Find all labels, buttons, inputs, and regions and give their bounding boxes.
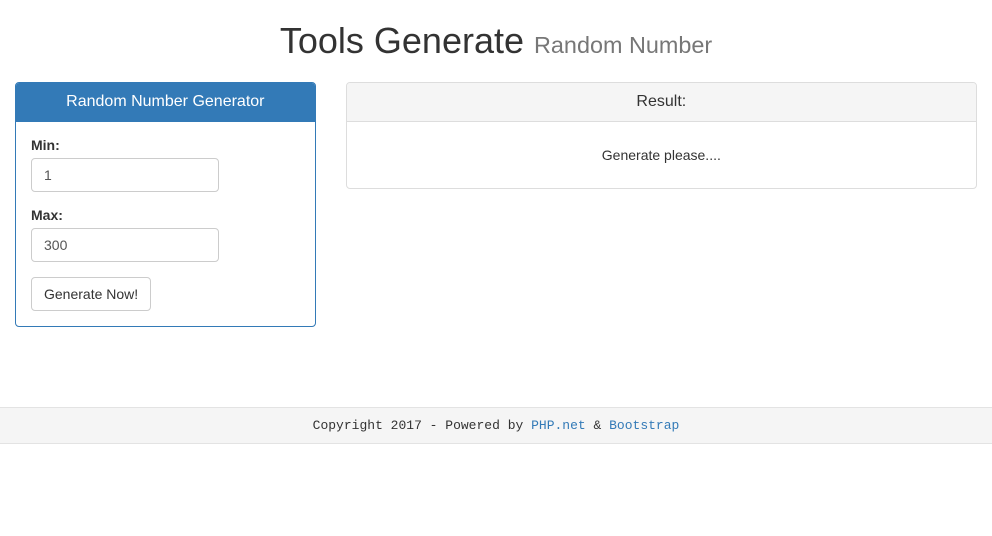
right-column: Result: Generate please.... <box>331 82 992 347</box>
generator-panel-title: Random Number Generator <box>31 93 300 111</box>
max-label: Max: <box>31 207 63 223</box>
min-label: Min: <box>31 137 60 153</box>
title-sub: Random Number <box>534 32 712 58</box>
generator-panel-heading: Random Number Generator <box>16 83 315 122</box>
generator-panel: Random Number Generator Min: Max: Genera… <box>15 82 316 327</box>
generate-button[interactable]: Generate Now! <box>31 277 151 311</box>
max-form-group: Max: <box>31 207 300 262</box>
result-panel-body: Generate please.... <box>347 122 976 188</box>
footer: Copyright 2017 - Powered by PHP.net & Bo… <box>0 407 992 444</box>
min-form-group: Min: <box>31 137 300 192</box>
generator-panel-body: Min: Max: Generate Now! <box>16 122 315 326</box>
result-panel-title: Result: <box>362 93 961 111</box>
left-column: Random Number Generator Min: Max: Genera… <box>0 82 331 347</box>
max-input[interactable] <box>31 228 219 262</box>
footer-separator: & <box>586 418 609 433</box>
copyright-text: Copyright 2017 - Powered by <box>313 418 531 433</box>
php-link[interactable]: PHP.net <box>531 418 586 433</box>
min-input[interactable] <box>31 158 219 192</box>
content-row: Random Number Generator Min: Max: Genera… <box>0 82 992 347</box>
bootstrap-link[interactable]: Bootstrap <box>609 418 679 433</box>
title-main: Tools Generate <box>280 20 524 61</box>
result-text: Generate please.... <box>362 137 961 173</box>
result-panel-heading: Result: <box>347 83 976 122</box>
result-panel: Result: Generate please.... <box>346 82 977 189</box>
page-title: Tools Generate Random Number <box>15 20 977 62</box>
main-container: Tools Generate Random Number Random Numb… <box>0 20 992 347</box>
